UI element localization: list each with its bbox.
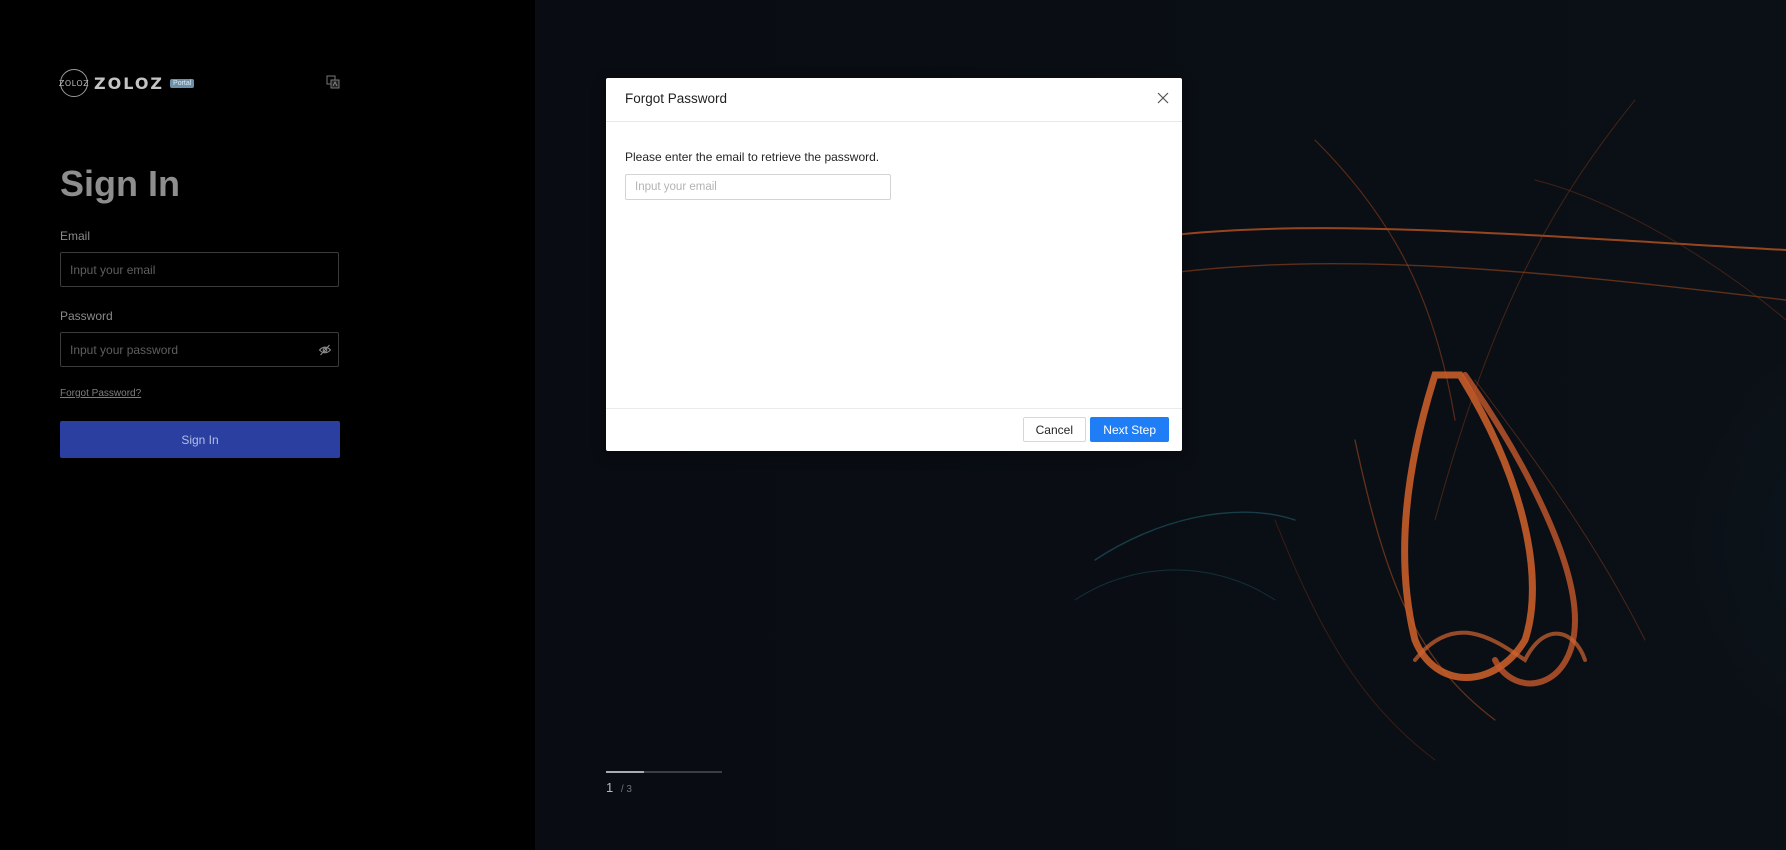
password-label: Password (60, 309, 113, 323)
modal-header: Forgot Password (606, 78, 1182, 122)
modal-title: Forgot Password (625, 91, 728, 106)
logo-text: ZOLOZ (94, 73, 165, 93)
reset-email-field[interactable] (625, 174, 891, 200)
carousel-counter: 1 / 3 (606, 780, 632, 795)
email-label: Email (60, 229, 91, 243)
portal-tag: Portal (170, 78, 195, 88)
carousel-total: / 3 (620, 784, 632, 795)
modal-footer: Cancel Next Step (606, 408, 1182, 451)
forgot-password-modal: Forgot Password Please enter the email t… (606, 78, 1182, 451)
zoloz-logo: ZOLOZ ZOLOZ Portal (59, 69, 195, 97)
page-title: Sign In (60, 163, 180, 204)
modal-instruction: Please enter the email to retrieve the p… (625, 150, 880, 164)
password-field[interactable] (60, 332, 339, 367)
carousel-current: 1 (606, 780, 614, 795)
sign-in-panel: ZOLOZ ZOLOZ Portal Sign In Email Passwor… (0, 0, 535, 850)
eye-off-icon[interactable] (318, 343, 332, 357)
carousel-progress (606, 771, 722, 773)
sign-in-button[interactable]: Sign In (60, 421, 340, 458)
close-icon[interactable] (1156, 91, 1170, 105)
carousel-progress-fill (606, 771, 645, 773)
cancel-button[interactable]: Cancel (1022, 417, 1086, 442)
translate-icon[interactable] (326, 75, 340, 89)
logo-mark: ZOLOZ (59, 69, 89, 97)
next-step-button[interactable]: Next Step (1090, 417, 1169, 442)
email-field[interactable] (60, 252, 339, 287)
forgot-password-link[interactable]: Forgot Password? (60, 388, 141, 399)
